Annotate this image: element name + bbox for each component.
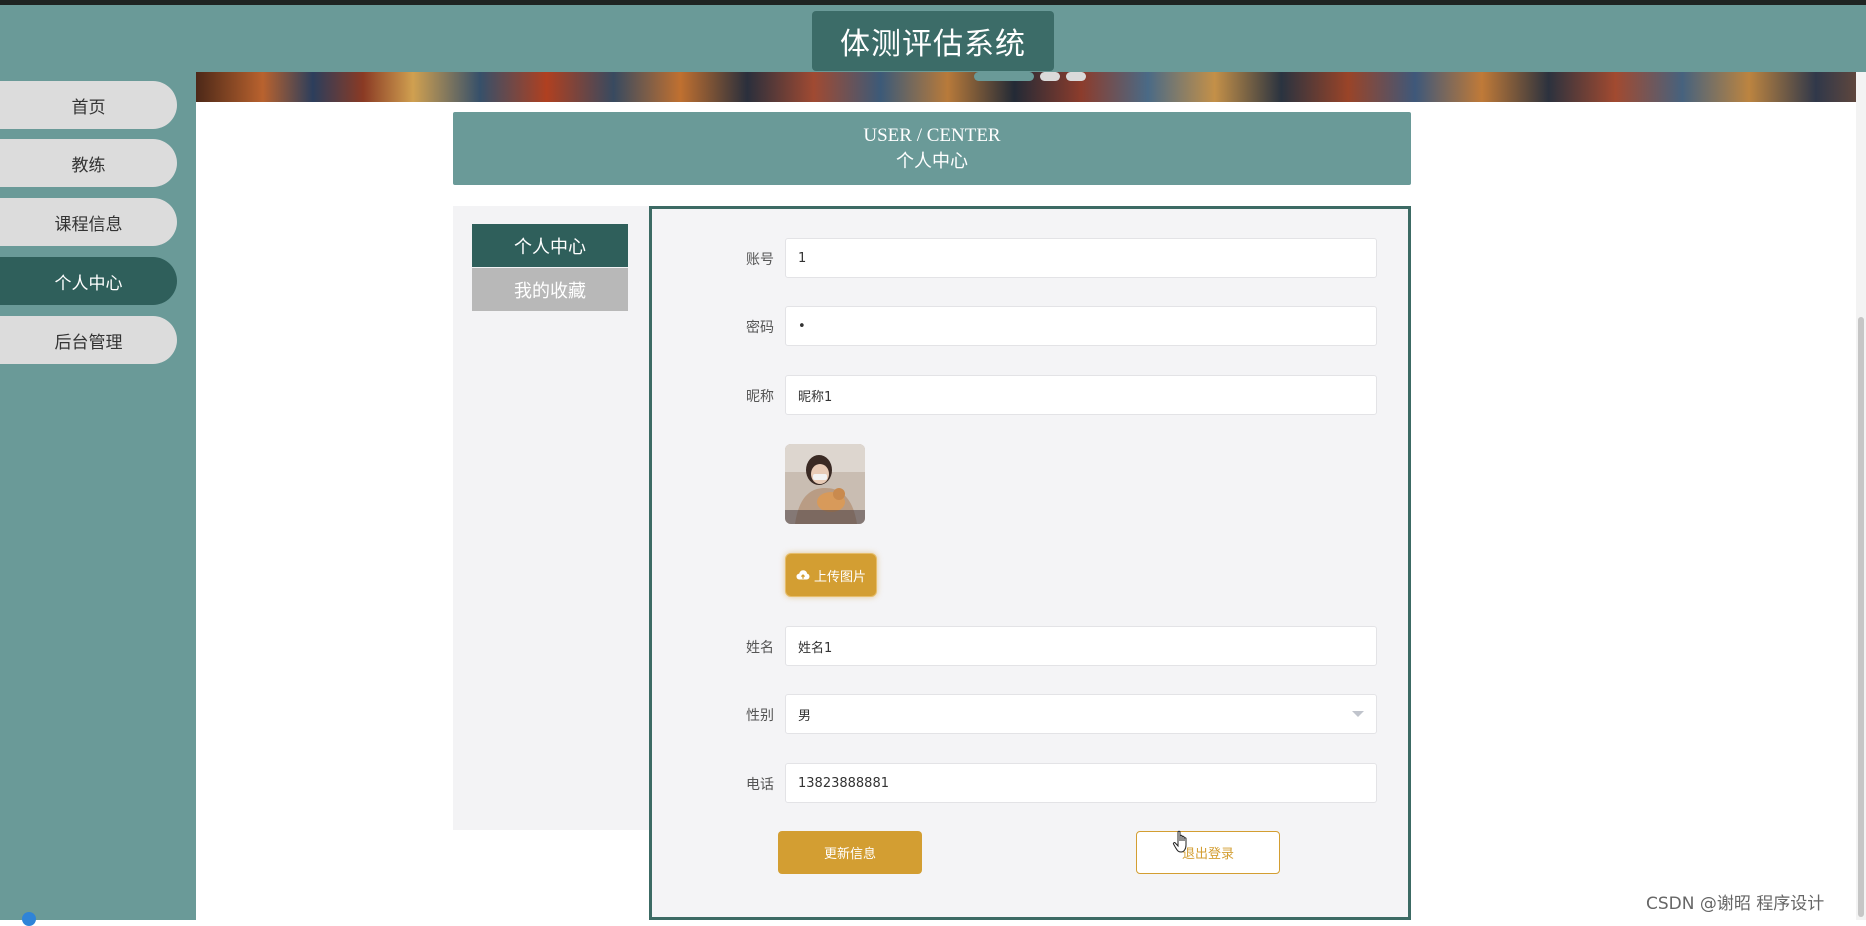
- account-input[interactable]: [785, 238, 1377, 278]
- sidebar-item-coach[interactable]: 教练: [0, 139, 177, 187]
- logout-button[interactable]: 退出登录: [1136, 831, 1280, 874]
- carousel-indicators: [974, 72, 1086, 81]
- sidebar-item-courses[interactable]: 课程信息: [0, 198, 177, 246]
- password-label: 密码: [746, 320, 774, 336]
- password-input[interactable]: [785, 306, 1377, 346]
- phone-label: 电话: [746, 777, 774, 793]
- upload-image-button[interactable]: 上传图片: [785, 553, 877, 597]
- carousel-dot[interactable]: [1040, 72, 1060, 81]
- name-label: 姓名: [746, 640, 774, 656]
- nickname-label: 昵称: [746, 389, 774, 405]
- update-info-button[interactable]: 更新信息: [778, 831, 922, 874]
- watermark-text: CSDN @谢昭 程序设计: [1646, 894, 1825, 914]
- phone-input[interactable]: [785, 763, 1377, 803]
- cloud-upload-icon: [796, 570, 810, 580]
- avatar-image: [785, 444, 865, 524]
- status-indicator: [22, 912, 36, 926]
- gender-label: 性别: [746, 708, 774, 724]
- tab-personal-center[interactable]: 个人中心: [472, 224, 628, 267]
- section-title-en: USER / CENTER: [863, 124, 1001, 146]
- carousel-dot[interactable]: [974, 72, 1034, 81]
- chevron-down-icon: [1352, 711, 1364, 717]
- section-header: USER / CENTER 个人中心: [453, 112, 1411, 185]
- account-label: 账号: [746, 252, 774, 268]
- hand-cursor-icon: [1172, 830, 1187, 853]
- nickname-input[interactable]: [785, 375, 1377, 415]
- app-header: 体测评估系统: [0, 5, 1866, 72]
- page-scrollbar[interactable]: [1856, 72, 1866, 920]
- name-input[interactable]: [785, 626, 1377, 666]
- gender-select[interactable]: 男: [785, 694, 1377, 734]
- app-title: 体测评估系统: [812, 10, 1054, 71]
- gender-value: 男: [798, 708, 812, 724]
- scrollbar-thumb[interactable]: [1858, 317, 1864, 917]
- sidebar-item-home[interactable]: 首页: [0, 81, 177, 129]
- upload-image-label: 上传图片: [813, 569, 866, 585]
- tab-my-favorites[interactable]: 我的收藏: [472, 268, 628, 311]
- carousel-dot[interactable]: [1066, 72, 1086, 81]
- section-title-cn: 个人中心: [896, 150, 968, 172]
- sidebar-item-admin[interactable]: 后台管理: [0, 316, 177, 364]
- sidebar-item-personal-center[interactable]: 个人中心: [0, 257, 177, 305]
